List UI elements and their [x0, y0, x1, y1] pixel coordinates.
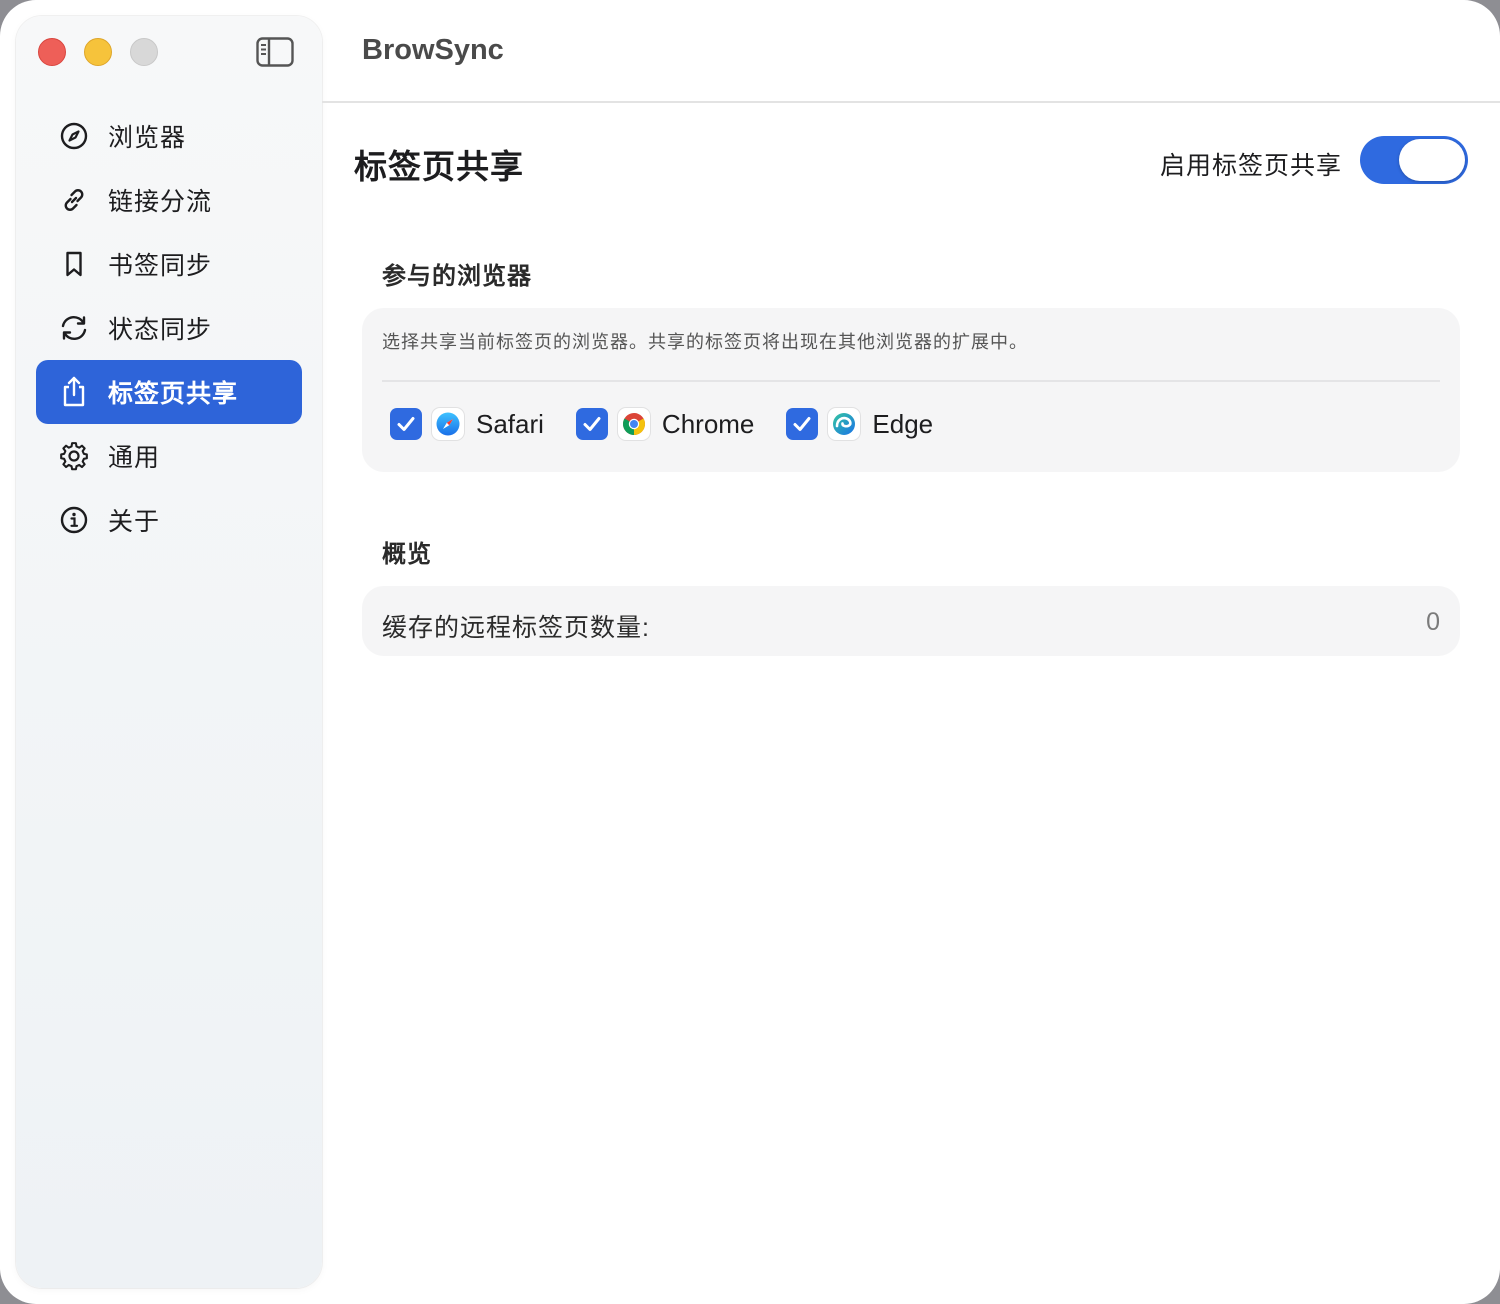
- browser-option-safari[interactable]: Safari: [390, 408, 544, 440]
- overview-heading: 概览: [382, 541, 432, 568]
- browsers-description: 选择共享当前标签页的浏览器。共享的标签页将出现在其他浏览器的扩展中。: [382, 332, 1028, 352]
- page-title: 标签页共享: [354, 148, 524, 185]
- sidebar-item-general[interactable]: 通用: [36, 424, 302, 488]
- sync-icon: [58, 312, 90, 344]
- checkmark-icon: [793, 417, 811, 431]
- zoom-window-button[interactable]: [130, 38, 158, 66]
- sidebar-item-label: 书签同步: [108, 252, 213, 280]
- checkmark-icon: [397, 417, 415, 431]
- browsers-card: 选择共享当前标签页的浏览器。共享的标签页将出现在其他浏览器的扩展中。 Safar…: [362, 308, 1460, 472]
- edge-checkbox[interactable]: [786, 408, 819, 440]
- checkmark-icon: [583, 417, 601, 431]
- browser-option-edge[interactable]: Edge: [786, 408, 933, 440]
- sidebar-item-label: 通用: [108, 444, 161, 472]
- cached-remote-tabs-value: 0: [1426, 608, 1440, 636]
- minimize-window-button[interactable]: [84, 38, 112, 66]
- sidebar: 浏览器 链接分流 书签同步 状态同步 标签页共享 通用 关于: [16, 16, 322, 1288]
- sidebar-item-about[interactable]: 关于: [36, 488, 302, 552]
- browser-name: Edge: [872, 408, 934, 439]
- sidebar-item-browsers[interactable]: 浏览器: [36, 104, 302, 168]
- browser-options: Safari Chrome Edge: [390, 408, 965, 440]
- enable-tab-sharing-label: 启用标签页共享: [1159, 152, 1342, 180]
- sidebar-item-state-sync[interactable]: 状态同步: [36, 296, 302, 360]
- browser-name: Safari: [476, 408, 544, 439]
- link-icon: [58, 184, 90, 216]
- app-title: BrowSync: [362, 34, 504, 66]
- main-content: 标签页共享 启用标签页共享 参与的浏览器 选择共享当前标签页的浏览器。共享的标签…: [322, 104, 1500, 1304]
- enable-tab-sharing-toggle[interactable]: [1360, 136, 1468, 184]
- toggle-knob: [1399, 139, 1465, 181]
- gear-icon: [58, 440, 90, 472]
- sidebar-item-label: 链接分流: [108, 188, 213, 216]
- compass-icon: [58, 120, 90, 152]
- sidebar-item-tab-sharing[interactable]: 标签页共享: [36, 360, 302, 424]
- overview-card: 缓存的远程标签页数量: 0: [362, 586, 1460, 656]
- sidebar-item-label: 浏览器: [108, 124, 187, 152]
- chrome-icon: [617, 408, 650, 440]
- close-window-button[interactable]: [38, 38, 66, 66]
- divider: [382, 380, 1440, 382]
- sidebar-item-link-routing[interactable]: 链接分流: [36, 168, 302, 232]
- title-bar: BrowSync: [322, 0, 1500, 103]
- browser-option-chrome[interactable]: Chrome: [575, 408, 755, 440]
- cached-remote-tabs-label: 缓存的远程标签页数量:: [382, 614, 650, 642]
- chrome-checkbox[interactable]: [575, 408, 608, 440]
- sidebar-nav: 浏览器 链接分流 书签同步 状态同步 标签页共享 通用 关于: [36, 104, 302, 552]
- sidebar-item-label: 状态同步: [108, 316, 213, 344]
- sidebar-item-bookmark-sync[interactable]: 书签同步: [36, 232, 302, 296]
- safari-icon: [432, 408, 464, 440]
- edge-icon: [828, 408, 861, 440]
- participating-browsers-heading: 参与的浏览器: [382, 263, 532, 290]
- bookmark-icon: [58, 248, 90, 280]
- sidebar-toggle-button[interactable]: [256, 36, 294, 68]
- app-window: 浏览器 链接分流 书签同步 状态同步 标签页共享 通用 关于 BrowSync …: [0, 0, 1500, 1304]
- sidebar-icon: [256, 37, 294, 67]
- info-icon: [58, 504, 90, 536]
- browser-name: Chrome: [661, 408, 755, 439]
- sidebar-item-label: 关于: [108, 508, 161, 536]
- safari-checkbox[interactable]: [390, 408, 422, 440]
- sidebar-item-label: 标签页共享: [108, 380, 239, 408]
- share-icon: [58, 376, 90, 408]
